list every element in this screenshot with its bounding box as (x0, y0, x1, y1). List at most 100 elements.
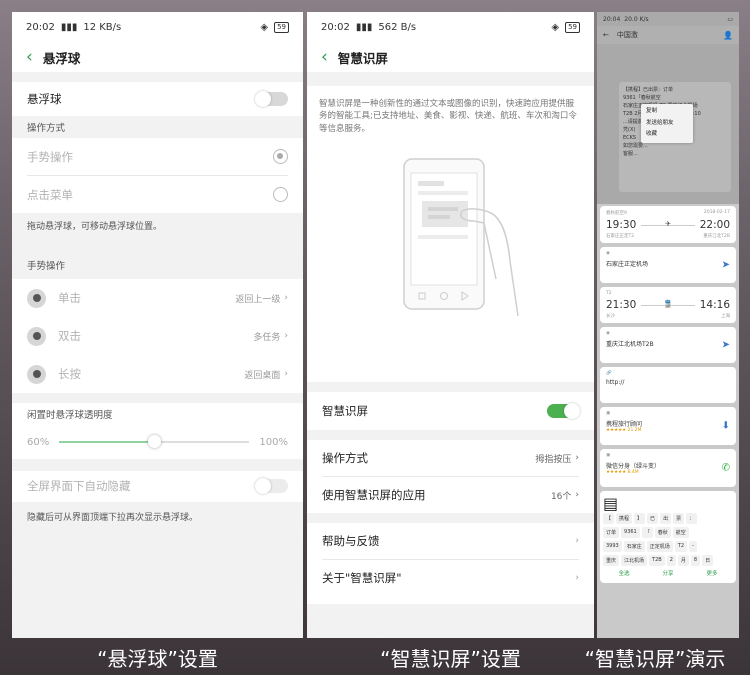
split-word-key[interactable]: 票 (673, 513, 685, 524)
mode-gesture-row[interactable]: 手势操作 (12, 138, 303, 175)
split-word-key[interactable]: T2 (674, 541, 688, 552)
more-button[interactable]: 更多 (706, 569, 717, 577)
split-word-key[interactable]: 【 (603, 513, 615, 524)
split-word-key[interactable]: 春秋 (654, 527, 671, 538)
title-bar: ‹ 智慧识屏 (307, 42, 594, 72)
battery-icon: 59 (565, 21, 580, 33)
split-word-key[interactable]: 「 (641, 527, 653, 538)
chevron-right-icon: › (575, 490, 579, 500)
floating-ball-master-row[interactable]: 悬浮球 (12, 82, 303, 116)
back-arrow-icon[interactable]: ‹ (26, 48, 33, 66)
word-split-panel: ▤ 【携程】已出票： 订单 9361 「春秋 航空 3993 石家庄 正定机场 T2- 重庆… (600, 491, 736, 583)
apps-label: 使用智慧识屏的应用 (322, 488, 426, 502)
smart-screen-toggle[interactable] (547, 403, 580, 419)
flight-tag: 春秋航空9 (606, 211, 627, 216)
chat-title: 中国激 (616, 31, 638, 39)
fullscreen-hide-row[interactable]: 全屏界面下自动隐藏 (12, 471, 303, 501)
smart-screen-demo-screen: 20:04 20.0 K/s ▭ ← 中国激 👤 【携程】已出票：订单 9361… (597, 12, 739, 638)
menu-item-forward[interactable]: 发送给朋友 (646, 118, 688, 130)
slider-thumb[interactable] (148, 435, 162, 448)
app-store-icon: ▣ (606, 411, 611, 416)
split-word-key[interactable]: 订单 (603, 527, 620, 538)
split-word-key[interactable]: 2 (666, 555, 676, 566)
split-word-key[interactable]: 】 (634, 513, 646, 524)
split-word-key[interactable]: - (689, 541, 697, 552)
nfc-icon: ◈ (551, 21, 560, 33)
app-card-ctrip[interactable]: ▣ 携程旅行顾问 ★★★★★ 21.2M ⬇ (600, 407, 736, 445)
chat-area: 【携程】已出票：订单 9361「春秋航空 石家庄正定机场 T2-重庆江北机场 T… (597, 44, 739, 204)
smart-screen-toggle-row[interactable]: 智慧识屏 (307, 392, 594, 430)
menu-item-favorite[interactable]: 收藏 (646, 129, 688, 141)
wechat-app-icon[interactable]: ✆ (722, 463, 730, 474)
split-word-key[interactable]: 日 (702, 555, 714, 566)
caption-smart-screen-demo: “智慧识屏”演示 (584, 646, 726, 671)
opacity-slider[interactable] (59, 435, 250, 448)
train-arrival-time: 14:16 (699, 299, 730, 311)
split-word-key[interactable]: 8 (690, 555, 701, 566)
train-departure-time: 21:30 (606, 299, 637, 311)
navigate-icon[interactable]: ➤ (722, 260, 730, 271)
app-card-wechat[interactable]: ▣ 微信分身（绿斗变） ★★★★★ 8.4M ✆ (600, 449, 736, 487)
fullscreen-hide-toggle[interactable] (255, 478, 288, 494)
ctrip-app-icon[interactable]: ⬇ (722, 421, 730, 432)
split-word-key[interactable]: 航空 (672, 527, 689, 538)
long-press-gesture-icon (27, 364, 46, 384)
split-word-key[interactable]: 江北机场 (621, 555, 648, 566)
section-header-gesture: 手势操作 (27, 261, 66, 272)
split-word-key[interactable]: 石家庄 (623, 541, 645, 552)
app-store-icon: ▣ (606, 453, 611, 458)
method-row[interactable]: 操作方式 拇指按压 › (307, 440, 594, 476)
menu-item-copy[interactable]: 复制 (646, 106, 688, 118)
app-name: 携程旅行顾问 (606, 421, 643, 428)
gesture-row-double[interactable]: 双击 多任务 › (12, 317, 303, 355)
caption-smart-screen-settings: “智慧识屏”设置 (380, 646, 521, 671)
split-word-key[interactable]: ： (686, 513, 698, 524)
floating-ball-toggle[interactable] (255, 91, 288, 107)
back-arrow-icon[interactable]: ‹ (321, 48, 328, 66)
apps-row[interactable]: 使用智慧识屏的应用 16个 › (307, 477, 594, 513)
link-card[interactable]: 🔗 http:// (600, 367, 736, 403)
split-word-key[interactable]: 9361 (621, 527, 640, 538)
split-word-key[interactable]: 月 (677, 555, 689, 566)
train-tag: T2 (606, 291, 612, 296)
chevron-right-icon: › (575, 453, 579, 463)
gesture-row-tap[interactable]: 单击 返回上一级 › (12, 279, 303, 317)
map-icon: ◉ (606, 331, 610, 336)
split-word-key[interactable]: 3993 (603, 541, 622, 552)
split-word-key[interactable]: 重庆 (603, 555, 620, 566)
help-row[interactable]: 帮助与反馈 › (307, 523, 594, 559)
navigate-icon[interactable]: ➤ (722, 340, 730, 351)
mode-menu-radio[interactable] (273, 187, 288, 202)
split-word-key[interactable]: 出 (660, 513, 672, 524)
status-time: 20:04 (603, 15, 621, 23)
departure-time: 19:30 (606, 219, 637, 231)
chevron-right-icon: › (575, 573, 579, 583)
address-card-departure[interactable]: ◉ 石家庄正定机场 ➤ (600, 247, 736, 283)
double-tap-gesture-icon (27, 326, 46, 346)
about-row[interactable]: 关于"智慧识屏" › (307, 560, 594, 596)
train-icon: 🚆 (663, 299, 673, 308)
train-card[interactable]: T2 21:30 🚆 14:16 长沙 上海 (600, 287, 736, 323)
address-card-arrival[interactable]: ◉ 重庆江北机场T2B ➤ (600, 327, 736, 363)
mode-gesture-radio[interactable] (273, 149, 288, 164)
departure-place: 石家庄正定T2 (606, 234, 635, 239)
split-word-key[interactable]: 已 (647, 513, 659, 524)
mode-menu-row[interactable]: 点击菜单 (12, 176, 303, 213)
split-word-key[interactable]: T2B (649, 555, 665, 566)
net-speed: 20.0 K/s (624, 15, 649, 23)
gesture-row-long[interactable]: 长按 返回桌面 › (12, 355, 303, 393)
share-button[interactable]: 分享 (662, 569, 673, 577)
signal-icon: ▮▮▮ (60, 21, 78, 33)
floating-ball-label: 悬浮球 (27, 92, 62, 106)
split-word-key[interactable]: 携程 (616, 513, 633, 524)
smart-screen-settings-screen: 20:02 ▮▮▮ 562 B/s ◈ 59 ‹ 智慧识屏 智慧识屏是一种创新性… (307, 12, 594, 638)
arrival-time: 22:00 (699, 219, 730, 231)
select-all-button[interactable]: 全选 (618, 569, 629, 577)
back-arrow-icon[interactable]: ← (603, 31, 609, 39)
mode-menu-label: 点击菜单 (27, 187, 73, 202)
flight-card[interactable]: 春秋航空9 2018-02-17 19:30 ✈ 22:00 石家庄正定T2 重… (600, 206, 736, 243)
user-icon[interactable]: 👤 (723, 31, 733, 40)
split-word-key[interactable]: 正定机场 (646, 541, 673, 552)
app-name: 微信分身（绿斗变） (606, 463, 661, 470)
opacity-max: 100% (259, 436, 288, 448)
